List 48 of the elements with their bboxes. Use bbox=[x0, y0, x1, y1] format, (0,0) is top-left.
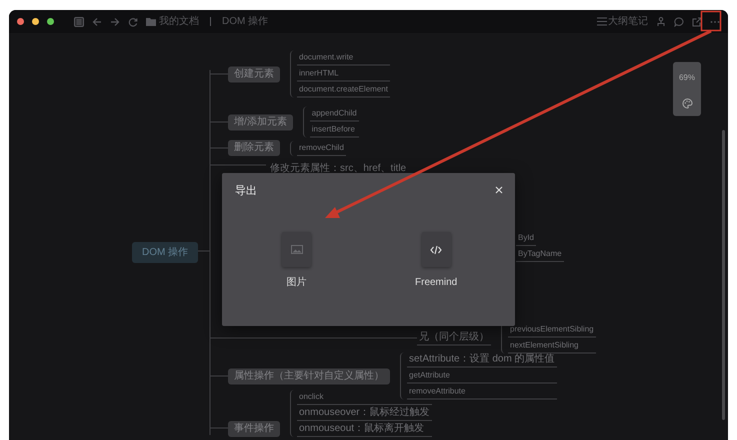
scrollbar[interactable] bbox=[722, 130, 725, 420]
sidebar-icon[interactable] bbox=[74, 16, 84, 26]
breadcrumb-separator bbox=[210, 17, 211, 26]
code-icon bbox=[430, 244, 442, 254]
export-option-button[interactable] bbox=[422, 232, 451, 267]
breadcrumb-item[interactable]: DOM 操作 bbox=[222, 14, 268, 29]
image-icon bbox=[290, 245, 302, 254]
window-control-button[interactable] bbox=[17, 18, 24, 25]
topic-text[interactable]: setAttribute：设置 dom 的属性值 bbox=[407, 352, 557, 368]
option-label: 图片 bbox=[286, 276, 306, 290]
topic-text[interactable]: removeAttribute bbox=[407, 384, 557, 400]
window-control-button[interactable] bbox=[47, 18, 54, 25]
highlight-frame bbox=[700, 10, 722, 32]
option-label: Freemind bbox=[415, 276, 458, 290]
close-button[interactable] bbox=[495, 186, 503, 194]
topic-text[interactable]: innerHTML bbox=[297, 66, 390, 82]
topic-text[interactable]: onmouseover：鼠标经过触发 bbox=[297, 406, 432, 421]
forward-arrow-icon[interactable] bbox=[110, 16, 120, 26]
zoom-level[interactable]: 69% bbox=[678, 72, 695, 84]
topic-text[interactable]: 兄（同个层级） bbox=[417, 330, 491, 346]
window-control-button[interactable] bbox=[32, 18, 39, 25]
topic-text[interactable]: appendChild bbox=[310, 106, 359, 122]
dialog-title: 导出 bbox=[235, 184, 257, 199]
topic-node[interactable]: 事件操作 bbox=[228, 421, 280, 437]
list-icon bbox=[597, 17, 607, 26]
topic-node[interactable]: 删除元素 bbox=[228, 140, 280, 156]
palette-icon[interactable] bbox=[682, 98, 692, 109]
topic-text[interactable]: document.createElement bbox=[297, 82, 390, 98]
refresh-icon[interactable] bbox=[128, 16, 138, 26]
topic-text[interactable]: getAttribute bbox=[407, 368, 557, 384]
topic-text[interactable]: onmouseout：鼠标离开触发 bbox=[297, 422, 432, 437]
chat-icon[interactable] bbox=[674, 16, 684, 26]
topic-text[interactable]: removeChild bbox=[297, 140, 346, 156]
folder-icon bbox=[146, 17, 156, 26]
topic-text[interactable]: ByTagName bbox=[516, 247, 564, 262]
topic-node[interactable]: 属性操作（主要针对自定义属性） bbox=[228, 368, 390, 384]
root-topic[interactable]: DOM 操作 bbox=[132, 242, 198, 263]
topic-text[interactable]: insertBefore bbox=[310, 122, 359, 138]
back-arrow-icon[interactable] bbox=[92, 16, 102, 26]
topic-node[interactable]: 创建元素 bbox=[228, 66, 280, 82]
share-icon[interactable] bbox=[692, 16, 702, 26]
topic-text[interactable]: ById bbox=[516, 231, 536, 246]
topic-node[interactable]: 增/添加元素 bbox=[228, 114, 293, 130]
outline-button[interactable]: 大纲笔记 bbox=[608, 14, 648, 29]
topic-text[interactable]: document.write bbox=[297, 50, 390, 66]
hierarchy-icon[interactable] bbox=[656, 16, 666, 26]
breadcrumb-item[interactable]: 我的文档 bbox=[159, 14, 199, 29]
topic-text[interactable]: nextElementSibling bbox=[508, 338, 596, 354]
